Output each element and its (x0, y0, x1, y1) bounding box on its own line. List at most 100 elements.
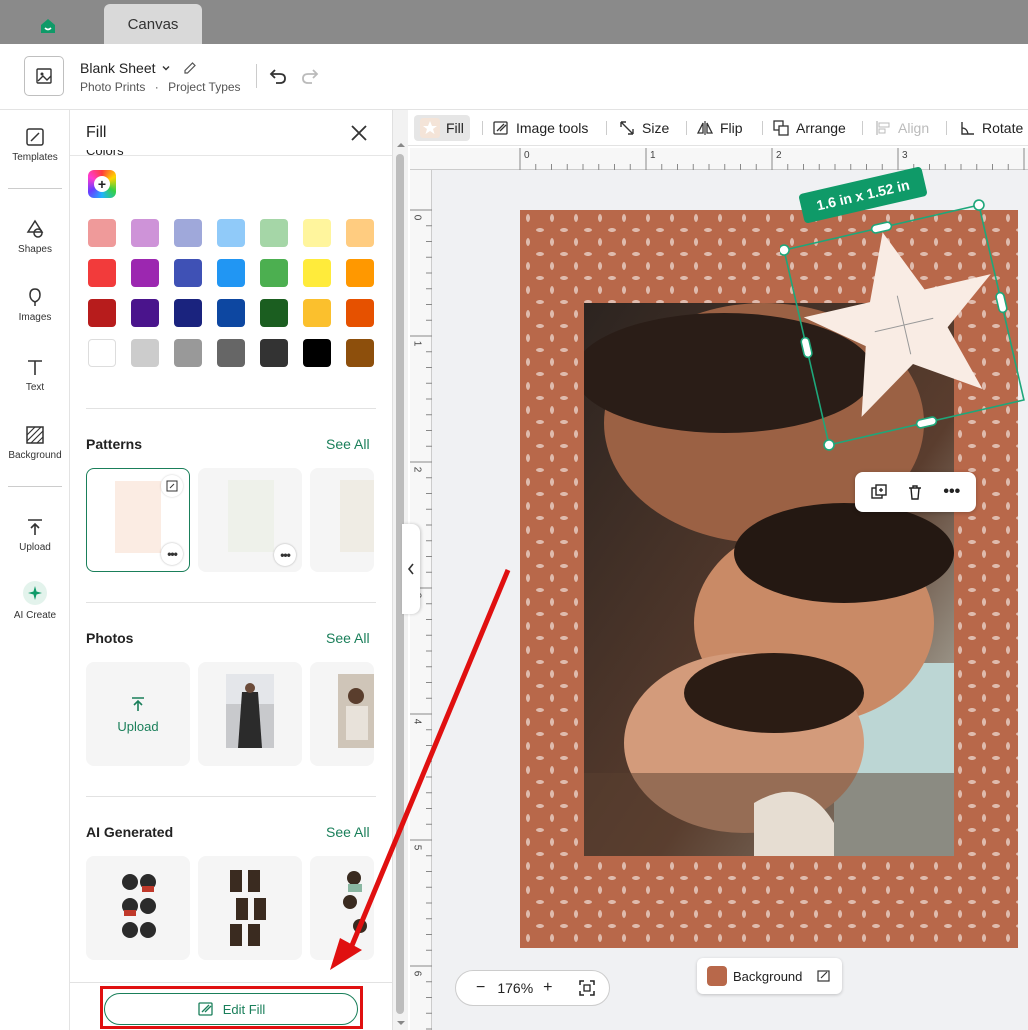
color-swatch[interactable] (131, 219, 159, 247)
redo-icon[interactable] (298, 64, 322, 88)
color-swatch[interactable] (346, 259, 374, 287)
toolbar-rotate[interactable]: Rotate (958, 115, 1023, 141)
project-thumbnail[interactable] (24, 56, 64, 96)
pencil-icon[interactable] (182, 60, 198, 76)
color-swatch[interactable] (88, 339, 116, 367)
rail-templates[interactable]: Templates (0, 126, 70, 163)
ruler-label: 3 (902, 150, 908, 161)
project-title-text: Blank Sheet (80, 60, 156, 76)
more-options-icon[interactable]: ••• (939, 479, 965, 505)
pattern-card[interactable]: ••• (86, 468, 190, 572)
color-swatch[interactable] (303, 259, 331, 287)
resize-handle[interactable] (973, 199, 985, 211)
breadcrumb-project-types[interactable]: Project Types (168, 80, 240, 94)
tab-bar: Canvas (0, 0, 1028, 44)
color-swatch[interactable] (174, 259, 202, 287)
add-custom-color-button[interactable]: + (88, 170, 116, 198)
patterns-see-all-link[interactable]: See All (326, 436, 370, 452)
resize-handle[interactable] (870, 221, 893, 234)
color-swatch[interactable] (88, 259, 116, 287)
color-swatch[interactable] (346, 299, 374, 327)
project-title[interactable]: Blank Sheet (80, 60, 198, 76)
resize-handle[interactable] (915, 416, 938, 429)
ai-sticker-thumbnail (230, 870, 266, 946)
upload-photo-card[interactable]: Upload (86, 662, 190, 766)
rail-text-label: Text (25, 382, 45, 393)
chevron-down-icon[interactable] (160, 62, 172, 74)
rail-ai-create[interactable]: AI Create (0, 580, 70, 621)
trash-icon[interactable] (902, 479, 928, 505)
ruler-label: 2 (776, 150, 782, 161)
background-chip[interactable]: Background (697, 958, 842, 994)
color-swatch[interactable] (217, 219, 245, 247)
duplicate-icon[interactable] (866, 479, 892, 505)
resize-handle[interactable] (780, 244, 790, 256)
rail-background[interactable]: Background (0, 424, 70, 461)
resize-handle[interactable] (800, 336, 813, 359)
header-divider (256, 64, 257, 88)
color-swatch[interactable] (303, 219, 331, 247)
tab-canvas[interactable]: Canvas (104, 4, 202, 44)
undo-icon[interactable] (266, 64, 290, 88)
rail-text[interactable]: Text (0, 356, 70, 393)
patterns-title: Patterns (86, 436, 143, 452)
upload-icon (132, 696, 144, 711)
edit-background-icon[interactable] (816, 968, 832, 984)
pattern-card[interactable] (310, 468, 374, 572)
more-options-icon[interactable]: ••• (161, 543, 183, 565)
color-swatch[interactable] (174, 299, 202, 327)
ai-generated-card[interactable] (198, 856, 302, 960)
star-selection-overlay[interactable] (780, 190, 1028, 480)
toolbar-divider (762, 121, 763, 135)
color-swatch[interactable] (88, 219, 116, 247)
star-icon (420, 118, 440, 138)
photo-card[interactable] (198, 662, 302, 766)
toolbar-size[interactable]: Size (618, 115, 669, 141)
edit-pattern-icon[interactable] (161, 475, 183, 497)
close-icon[interactable] (348, 122, 370, 144)
toolbar-align[interactable]: Align (874, 115, 929, 141)
breadcrumb-photo-prints[interactable]: Photo Prints (80, 80, 145, 94)
color-swatch[interactable] (260, 339, 288, 367)
color-swatch[interactable] (88, 299, 116, 327)
color-swatch[interactable] (217, 259, 245, 287)
toolbar-divider (482, 121, 483, 135)
color-swatch[interactable] (217, 299, 245, 327)
ai-generated-card[interactable] (86, 856, 190, 960)
color-swatch[interactable] (174, 339, 202, 367)
pattern-card[interactable]: ••• (198, 468, 302, 572)
zoom-out-button[interactable]: − (476, 979, 485, 997)
color-swatch[interactable] (260, 299, 288, 327)
color-swatch[interactable] (346, 219, 374, 247)
toolbar-image-tools-label: Image tools (516, 120, 589, 136)
color-swatch[interactable] (303, 339, 331, 367)
toolbar-arrange-label: Arrange (796, 120, 846, 136)
rail-shapes[interactable]: Shapes (0, 218, 70, 255)
toolbar-arrange[interactable]: Arrange (772, 115, 846, 141)
rail-images[interactable]: Images (0, 286, 70, 323)
color-swatch[interactable] (217, 339, 245, 367)
color-swatch[interactable] (260, 259, 288, 287)
color-swatch[interactable] (131, 259, 159, 287)
color-swatch[interactable] (303, 299, 331, 327)
more-options-icon[interactable]: ••• (274, 544, 296, 566)
zoom-in-button[interactable]: + (543, 979, 552, 997)
color-swatch[interactable] (131, 339, 159, 367)
scroll-up-arrow-icon[interactable] (393, 140, 409, 150)
resize-handle[interactable] (995, 291, 1008, 314)
toolbar-image-tools[interactable]: Image tools (492, 115, 588, 141)
fit-to-screen-icon[interactable] (577, 978, 597, 998)
rail-upload[interactable]: Upload (0, 516, 70, 553)
color-swatch[interactable] (346, 339, 374, 367)
color-swatch[interactable] (260, 219, 288, 247)
color-swatch[interactable] (131, 299, 159, 327)
toolbar-fill[interactable]: Fill (414, 115, 470, 141)
templates-icon (26, 128, 44, 146)
scroll-down-arrow-icon[interactable] (393, 1018, 409, 1028)
color-swatch[interactable] (174, 219, 202, 247)
toolbar-flip[interactable]: Flip (696, 115, 743, 141)
arrange-icon (773, 120, 789, 136)
resize-handle[interactable] (823, 439, 835, 451)
home-tab[interactable] (30, 12, 66, 40)
breadcrumb-separator: · (154, 80, 159, 94)
